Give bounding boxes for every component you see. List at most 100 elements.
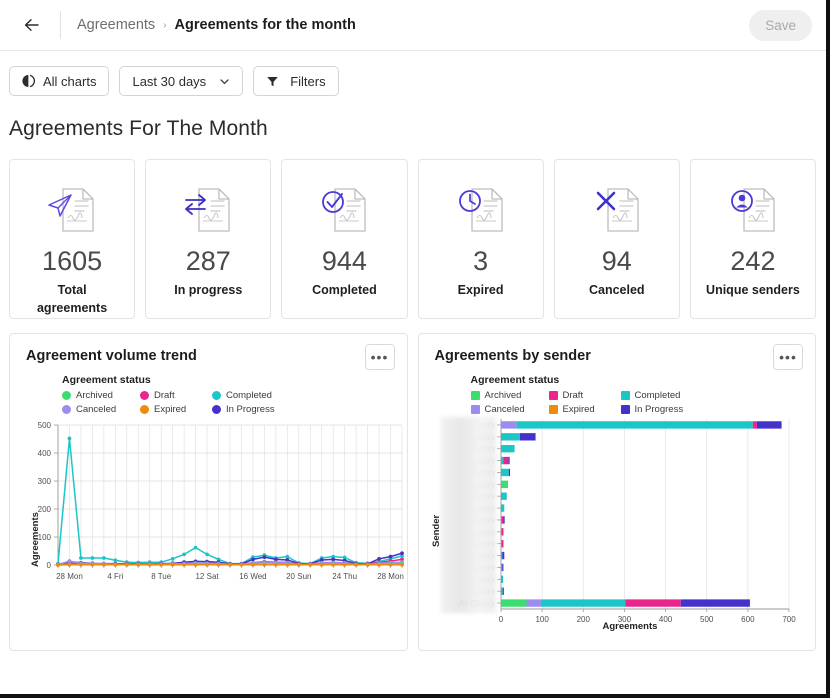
legend-item-expired[interactable]: Expired (140, 404, 212, 415)
stat-card-expired[interactable]: 3 Expired (417, 159, 544, 319)
date-range-label: Last 30 days (132, 73, 207, 89)
svg-text:300: 300 (38, 477, 52, 486)
line-chart-svg[interactable]: 010020030040050028 Mon 4 Fri 8 Tue 12 Sat 16… (10, 415, 408, 597)
stat-card-value: 94 (601, 246, 632, 276)
legend-label: Archived (76, 390, 113, 401)
svg-text:500: 500 (700, 615, 714, 624)
breadcrumb-root[interactable]: Agreements (77, 17, 155, 33)
breadcrumb-separator-icon: › (163, 19, 167, 31)
overflow-menu-icon[interactable]: ••• (773, 344, 803, 370)
charts-icon (22, 74, 36, 88)
legend-label: Completed (226, 390, 272, 401)
legend-swatch (62, 405, 71, 414)
filters-button[interactable]: Filters (253, 66, 339, 96)
legend-item-completed[interactable]: Completed (620, 390, 816, 401)
legend-swatch (212, 391, 221, 400)
legend-label: Completed (634, 390, 681, 401)
legend-swatch (548, 391, 558, 400)
legend-title: Agreement status (62, 374, 151, 386)
legend-label: Archived (484, 390, 522, 401)
bar-chart-plot: Sender 0100200300400500600700...com...co… (419, 415, 816, 642)
legend-volume: Agreement status Archived Draft Complete… (10, 364, 407, 415)
stat-card-value: 3 (473, 246, 489, 276)
legend-label: Canceled (76, 404, 117, 415)
panel-agreement-volume-trend: Agreement volume trend ••• Agreement sta… (9, 333, 408, 651)
all-charts-button[interactable]: All charts (9, 66, 110, 96)
legend-swatch (548, 405, 558, 414)
x-axis-title: Agreements (602, 621, 658, 632)
chevron-down-icon (220, 78, 229, 84)
stat-card-label: Canceled (588, 282, 645, 297)
panel-agreements-by-sender: Agreements by sender ••• Agreement statu… (417, 333, 816, 651)
redacted-sender-names (440, 417, 496, 613)
legend-item-archived[interactable]: Archived (470, 390, 549, 401)
overflow-menu-icon[interactable]: ••• (364, 344, 395, 370)
legend-label: Draft (154, 390, 175, 401)
svg-text:28 Mon: 28 Mon (377, 572, 404, 581)
stat-card-label: In progress (174, 282, 243, 297)
stat-card-completed[interactable]: 944 Completed (281, 159, 408, 319)
save-button[interactable]: Save (749, 10, 812, 41)
page-title: Agreements For The Month (9, 117, 268, 140)
legend-swatch (140, 405, 149, 414)
page-header: Agreements › Agreements for the month Sa… (0, 0, 826, 51)
filters-label: Filters (290, 73, 326, 89)
arrow-left-icon (24, 19, 39, 31)
svg-text:4 Fri: 4 Fri (107, 572, 123, 581)
stat-card-unique-senders[interactable]: 242 Unique senders (689, 159, 817, 319)
stat-card-label: Completed (312, 282, 377, 297)
stat-card-total-agreements[interactable]: 1605 Total agreements (9, 159, 136, 319)
app-window: Agreements › Agreements for the month Sa… (0, 0, 830, 698)
legend-label: Canceled (484, 404, 525, 415)
clock-document-icon (450, 175, 512, 245)
stat-card-label: Expired (457, 282, 504, 297)
user-circle-document-icon (722, 175, 784, 245)
legend-item-canceled[interactable]: Canceled (470, 404, 549, 415)
stat-card-label: Total agreements (36, 282, 108, 315)
legend-items: Archived Draft Completed Canceled Expire… (62, 390, 407, 415)
legend-swatch (620, 391, 630, 400)
legend-label: In Progress (634, 404, 684, 415)
legend-item-archived[interactable]: Archived (62, 390, 140, 401)
chart-panel-list: Agreement volume trend ••• Agreement sta… (0, 319, 826, 651)
legend-label: In Progress (226, 404, 275, 415)
back-button[interactable] (16, 9, 48, 41)
svg-text:200: 200 (576, 615, 590, 624)
legend-item-draft[interactable]: Draft (140, 390, 212, 401)
legend-swatch (470, 391, 480, 400)
x-mark-document-icon (586, 175, 648, 245)
legend-item-expired[interactable]: Expired (548, 404, 621, 415)
stat-card-value: 242 (730, 246, 776, 276)
legend-swatch (470, 405, 480, 414)
legend-label: Expired (154, 404, 187, 415)
legend-label: Draft (562, 390, 584, 401)
legend-items: Archived Draft Completed Canceled Expire… (470, 390, 816, 415)
legend-item-completed[interactable]: Completed (212, 390, 407, 401)
legend-item-in-progress[interactable]: In Progress (620, 404, 816, 415)
stat-card-canceled[interactable]: 94 Canceled (553, 159, 680, 319)
svg-text:0: 0 (47, 561, 52, 570)
exchange-arrows-document-icon (177, 175, 239, 245)
svg-text:24 Thu: 24 Thu (332, 572, 357, 581)
line-chart-plot: Agreements 0 100 200 300 400 500 28 Mon 4 Fri 8 … (10, 415, 407, 602)
svg-text:500: 500 (38, 421, 52, 430)
legend-item-canceled[interactable]: Canceled (62, 404, 140, 415)
header-divider (60, 11, 61, 39)
check-circle-document-icon (313, 175, 375, 245)
stat-card-value: 944 (321, 246, 367, 276)
svg-text:20 Sun: 20 Sun (286, 572, 311, 581)
legend-item-in-progress[interactable]: In Progress (212, 404, 407, 415)
breadcrumb-current: Agreements for the month (174, 17, 356, 33)
legend-item-draft[interactable]: Draft (548, 390, 621, 401)
stat-card-label: Unique senders (706, 282, 800, 297)
date-range-select[interactable]: Last 30 days (119, 66, 244, 96)
legend-swatch (62, 391, 71, 400)
legend-swatch (212, 405, 221, 414)
y-axis-title: Agreements (30, 512, 41, 567)
paper-plane-document-icon (41, 175, 103, 245)
legend-swatch (140, 391, 149, 400)
stat-card-list: 1605 Total agreements 287 In progress 94… (0, 141, 826, 319)
toolbar: All charts Last 30 days Filters (0, 51, 826, 96)
stat-card-in-progress[interactable]: 287 In progress (145, 159, 272, 319)
stat-card-value: 287 (185, 246, 231, 276)
